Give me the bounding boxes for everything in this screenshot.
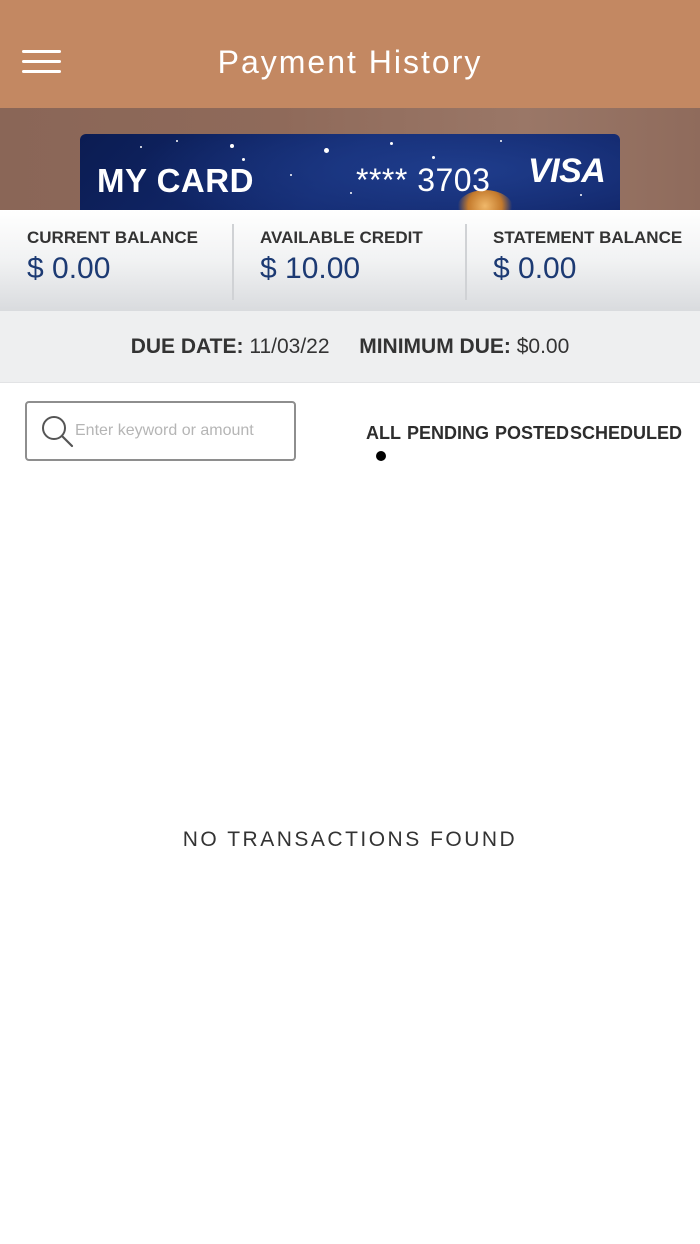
current-balance: CURRENT BALANCE $ 0.00 — [27, 210, 227, 311]
card-name: MY CARD — [97, 162, 254, 199]
available-credit-value: $ 10.00 — [260, 252, 361, 285]
tab-pending[interactable]: PENDING — [407, 423, 489, 444]
search-icon — [42, 416, 74, 448]
visa-logo: VISA — [528, 152, 606, 190]
balance-summary: CURRENT BALANCE $ 0.00 AVAILABLE CREDIT … — [0, 210, 700, 311]
credit-card[interactable]: MY CARD **** 3703 VISA — [80, 134, 620, 210]
search-box[interactable] — [25, 401, 296, 461]
tab-scheduled[interactable]: SCHEDULED — [570, 423, 682, 444]
due-date-label: DUE DATE: — [130, 335, 244, 358]
statement-balance: STATEMENT BALANCE $ 0.00 — [493, 210, 700, 311]
due-info-bar: DUE DATE: 11/03/22 MINIMUM DUE: $0.00 — [0, 311, 700, 383]
search-input[interactable] — [75, 411, 285, 451]
divider — [232, 224, 234, 300]
available-credit-label: AVAILABLE CREDIT — [260, 228, 423, 247]
card-banner: MY CARD **** 3703 VISA — [0, 108, 700, 210]
current-balance-value: $ 0.00 — [27, 252, 111, 285]
tab-all[interactable]: ALL — [366, 423, 401, 444]
empty-state-message: NO TRANSACTIONS FOUND — [182, 828, 518, 851]
divider — [465, 224, 467, 300]
page-title: Payment History — [217, 44, 483, 80]
due-date-value: 11/03/22 — [249, 335, 330, 358]
app-header: Payment History — [0, 0, 700, 108]
statement-balance-value: $ 0.00 — [493, 252, 577, 285]
current-balance-label: CURRENT BALANCE — [27, 228, 198, 247]
minimum-due-label: MINIMUM DUE: — [359, 335, 511, 358]
tab-posted[interactable]: POSTED — [495, 423, 569, 444]
statement-balance-label: STATEMENT BALANCE — [493, 228, 683, 247]
minimum-due-value: $0.00 — [516, 335, 570, 358]
available-credit: AVAILABLE CREDIT $ 10.00 — [260, 210, 460, 311]
card-number: **** 3703 — [356, 162, 491, 198]
active-tab-indicator — [376, 451, 386, 461]
